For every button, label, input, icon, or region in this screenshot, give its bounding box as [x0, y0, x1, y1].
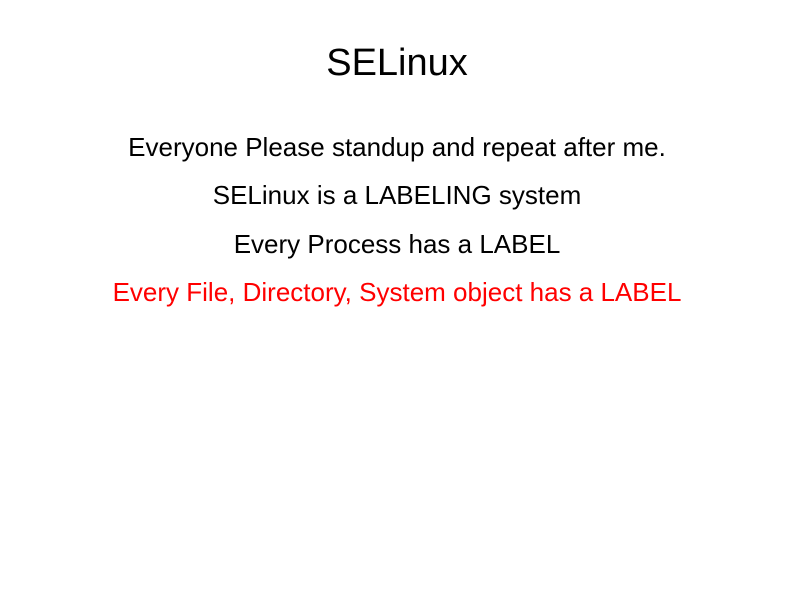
slide-line-4: Every File, Directory, System object has…: [0, 272, 794, 312]
slide-title: SELinux: [0, 42, 794, 85]
slide-line-3: Every Process has a LABEL: [0, 224, 794, 264]
slide-line-2: SELinux is a LABELING system: [0, 175, 794, 215]
slide-line-1: Everyone Please standup and repeat after…: [0, 127, 794, 167]
slide: SELinux Everyone Please standup and repe…: [0, 0, 794, 595]
